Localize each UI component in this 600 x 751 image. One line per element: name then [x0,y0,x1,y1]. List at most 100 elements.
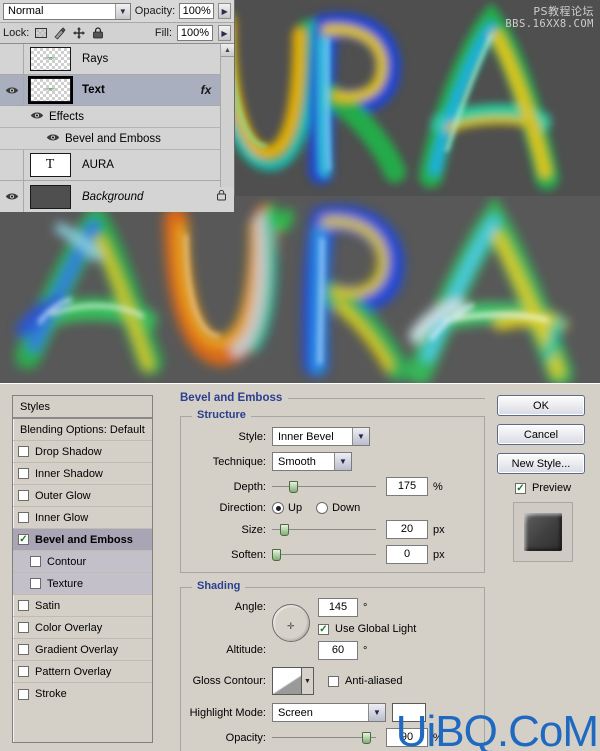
use-global-light-checkbox[interactable] [318,623,329,635]
soften-slider[interactable] [272,548,376,562]
effect-visibility-toggle-bevel[interactable] [46,132,60,146]
eye-icon[interactable] [30,110,44,121]
layer-thumbnail-background[interactable] [29,184,71,209]
style-item-pattern-overlay[interactable]: Pattern Overlay [13,661,152,683]
style-checkbox-color-overlay[interactable] [18,622,29,633]
layer-visibility-toggle-background[interactable] [0,181,24,212]
chevron-down-icon[interactable]: ▼ [334,453,351,470]
highlight-mode-select[interactable]: Screen ▼ [272,703,386,722]
eye-icon[interactable] [5,191,19,202]
angle-input[interactable]: 145 [318,598,358,617]
style-item-texture[interactable]: Texture [13,573,152,595]
layer-name-text[interactable]: Text [76,84,192,96]
style-item-gradient-overlay[interactable]: Gradient Overlay [13,639,152,661]
layer-thumbnail-cell-text[interactable]: ≈≈≈ [24,76,76,104]
ok-button[interactable]: OK [497,395,585,416]
effects-label[interactable]: Effects [44,111,84,123]
layer-row-rays[interactable]: ≈≈≈ Rays [0,44,234,75]
new-style-button[interactable]: New Style... [497,453,585,474]
layer-visibility-toggle-rays[interactable] [0,44,24,74]
depth-slider-knob[interactable] [288,480,298,493]
lock-position-icon[interactable] [72,26,86,40]
cancel-button[interactable]: Cancel [497,424,585,445]
layer-thumbnail-cell-background[interactable] [24,184,76,209]
style-checkbox-bevel-and-emboss[interactable] [18,534,29,545]
style-checkbox-inner-shadow[interactable] [18,468,29,479]
size-slider[interactable] [272,523,376,537]
depth-input[interactable]: 175 [386,477,428,496]
preview-checkbox-row[interactable]: Preview [497,482,589,494]
chevron-down-icon[interactable]: ▼ [352,428,369,445]
style-checkbox-inner-glow[interactable] [18,512,29,523]
layer-effect-bevel-and-emboss-row[interactable]: Bevel and Emboss [0,128,234,150]
opacity-input[interactable]: 100% [179,3,215,19]
style-checkbox-drop-shadow[interactable] [18,446,29,457]
technique-select[interactable]: Smooth ▼ [272,452,352,471]
opacity-stepper-icon[interactable]: ▶ [218,3,231,19]
layer-row-text[interactable]: ≈≈≈ Text fx ▲ [0,75,234,106]
layer-effects-row[interactable]: Effects [0,106,234,128]
style-item-color-overlay[interactable]: Color Overlay [13,617,152,639]
eye-icon[interactable] [5,85,19,96]
layer-thumbnail-cell-rays[interactable]: ≈≈≈ [24,47,76,71]
size-slider-knob[interactable] [280,523,290,536]
angle-dial[interactable]: ✛ [272,604,310,642]
layer-thumbnail-text[interactable]: ≈≈≈ [27,76,73,104]
lock-all-icon[interactable] [91,26,105,40]
layer-thumbnail-aura[interactable]: T [29,153,71,177]
style-select[interactable]: Inner Bevel ▼ [272,427,370,446]
direction-radio-down[interactable] [316,502,329,514]
style-checkbox-pattern-overlay[interactable] [18,666,29,677]
layer-style-dialog[interactable]: Styles Blending Options: Default Drop Sh… [0,383,600,751]
layer-fx-badge[interactable]: fx [192,83,220,97]
layer-thumbnail-cell-aura[interactable]: T [24,153,76,177]
soften-input[interactable]: 0 [386,545,428,564]
layer-name-rays[interactable]: Rays [76,53,192,65]
highlight-opacity-slider[interactable] [272,731,376,745]
depth-slider[interactable] [272,480,376,494]
style-checkbox-satin[interactable] [18,600,29,611]
style-checkbox-gradient-overlay[interactable] [18,644,29,655]
style-item-inner-glow[interactable]: Inner Glow [13,507,152,529]
anti-aliased-checkbox[interactable] [328,675,339,687]
lock-image-pixels-icon[interactable] [53,26,67,40]
fill-stepper-icon[interactable]: ▶ [218,25,231,41]
style-item-satin[interactable]: Satin [13,595,152,617]
style-item-drop-shadow[interactable]: Drop Shadow [13,441,152,463]
layer-row-aura[interactable]: T AURA [0,150,234,181]
fill-input[interactable]: 100% [177,25,213,41]
layer-visibility-toggle-text[interactable] [0,75,24,105]
layers-panel-lock-row[interactable]: Lock: Fill: 100% ▶ [0,23,234,44]
layers-panel-blend-row[interactable]: Normal ▼ Opacity: 100% ▶ [0,0,234,23]
style-item-inner-shadow[interactable]: Inner Shadow [13,463,152,485]
size-input[interactable]: 20 [386,520,428,539]
style-item-stroke[interactable]: Stroke [13,683,152,705]
style-checkbox-stroke[interactable] [18,688,29,700]
style-item-outer-glow[interactable]: Outer Glow [13,485,152,507]
style-checkbox-contour[interactable] [30,556,41,567]
style-item-blending-options[interactable]: Blending Options: Default [13,419,152,441]
scroll-up-icon[interactable]: ▲ [221,44,234,57]
style-checkbox-texture[interactable] [30,578,41,589]
altitude-input[interactable]: 60 [318,641,358,660]
effects-visibility-toggle[interactable] [30,110,44,124]
style-item-contour[interactable]: Contour [13,551,152,573]
chevron-down-icon[interactable]: ▼ [368,704,385,721]
soften-slider-knob[interactable] [272,548,281,561]
layer-thumbnail-rays[interactable]: ≈≈≈ [29,47,71,71]
style-item-bevel-and-emboss[interactable]: Bevel and Emboss [13,529,152,551]
layer-name-aura[interactable]: AURA [76,159,192,171]
gloss-contour-picker[interactable]: ▼ [272,667,314,695]
lock-transparent-pixels-icon[interactable] [34,26,48,40]
layer-visibility-toggle-aura[interactable] [0,150,24,180]
layers-panel-scrollbar[interactable]: ▲ [220,44,234,187]
layer-list[interactable]: ≈≈≈ Rays ≈≈≈ Text fx Effects Bevel and E… [0,44,234,212]
highlight-opacity-knob[interactable] [362,731,372,744]
style-checkbox-outer-glow[interactable] [18,490,29,501]
layer-name-background[interactable]: Background [76,191,208,203]
effect-label-bevel-and-emboss[interactable]: Bevel and Emboss [60,133,161,145]
preview-checkbox[interactable] [514,482,526,494]
layer-row-background[interactable]: Background [0,181,234,212]
layers-panel[interactable]: Normal ▼ Opacity: 100% ▶ Lock: Fill: 100… [0,0,235,212]
chevron-down-icon[interactable]: ▼ [301,668,313,694]
